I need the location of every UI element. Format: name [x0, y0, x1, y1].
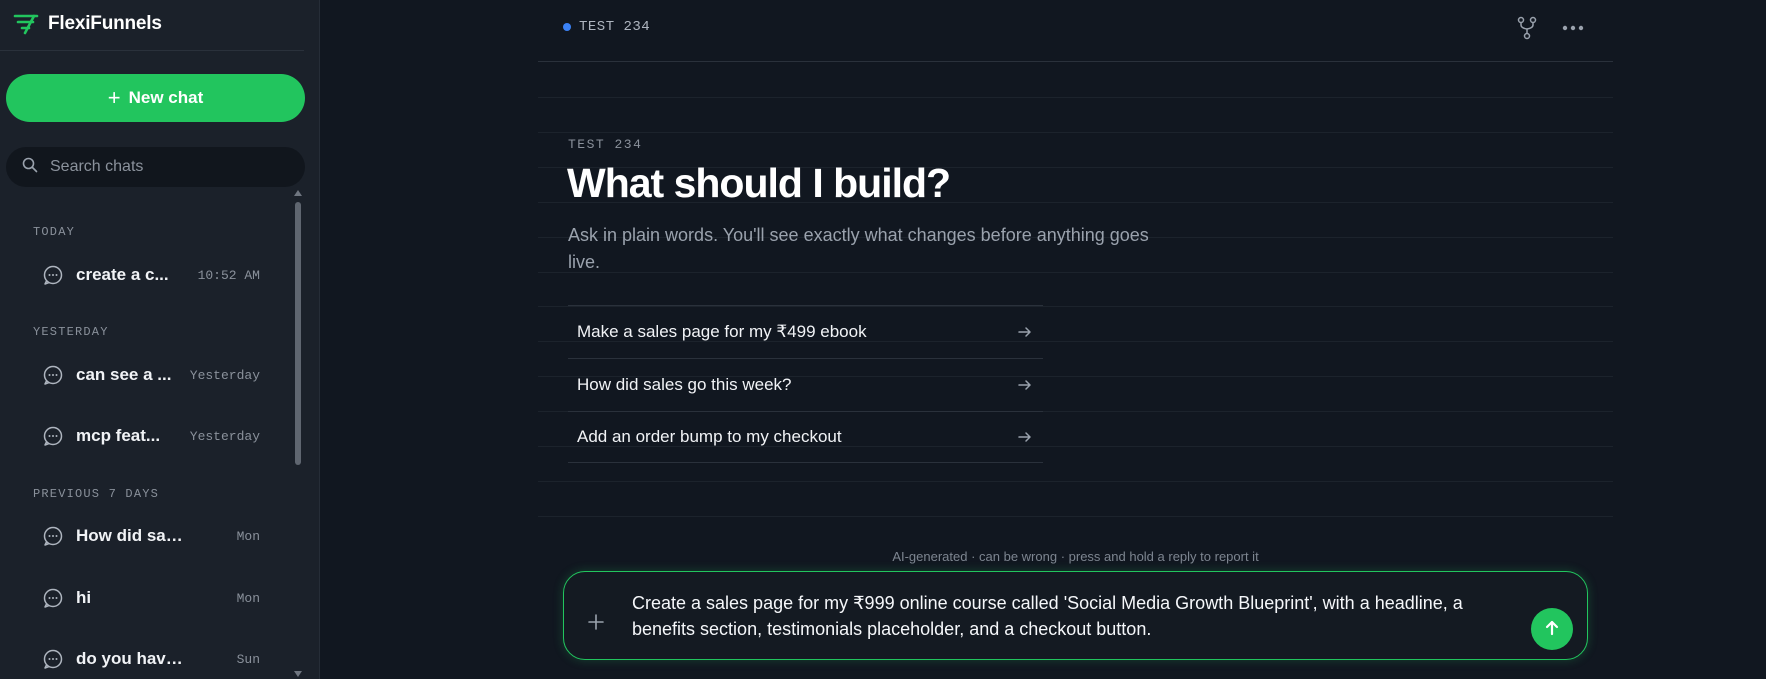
chat-item-time: 10:52 AM — [197, 267, 260, 283]
chat-item-title: can see a ... — [76, 365, 172, 384]
send-button[interactable] — [1531, 608, 1573, 650]
chat-item-title: do you have fle... — [76, 649, 186, 668]
chat-item[interactable]: create a c... 10:52 AM — [42, 260, 260, 290]
main-content: TEST 234 TEST 234 What should I build? A… — [538, 0, 1613, 679]
chat-item-time: Mon — [236, 528, 260, 544]
page-subtitle: Ask in plain words. You'll see exactly w… — [568, 225, 1149, 272]
chat-bubble-icon — [42, 364, 64, 386]
project-name: TEST 234 — [579, 19, 651, 35]
chat-item[interactable]: do you have fle... Sun — [42, 644, 260, 674]
search-box[interactable] — [6, 147, 305, 187]
chat-item[interactable]: mcp feat... Yesterday — [42, 421, 260, 451]
arrow-right-icon — [1017, 429, 1033, 445]
chat-bubble-icon — [42, 525, 64, 547]
scroll-down-icon[interactable] — [294, 671, 302, 677]
section-label-today: TODAY — [33, 225, 76, 239]
chat-bubble-icon — [42, 648, 64, 670]
sidebar: FlexiFunnels + New chat TODAY create a c… — [0, 0, 320, 679]
search-icon — [22, 157, 38, 178]
arrow-right-icon — [1017, 324, 1033, 340]
chat-item-time: Yesterday — [189, 428, 260, 444]
chat-bubble-icon — [42, 587, 64, 609]
branch-icon[interactable] — [1515, 16, 1539, 40]
new-chat-label: New chat — [128, 88, 204, 107]
header-divider — [538, 61, 1613, 62]
status-dot — [563, 23, 571, 31]
chat-item-title: hi — [76, 588, 92, 607]
scrollbar-thumb[interactable] — [295, 202, 301, 465]
message-input[interactable]: Create a sales page for my ₹999 online c… — [632, 590, 1512, 646]
chat-item[interactable]: hi Mon — [42, 583, 260, 613]
suggestion-label: How did sales go this week? — [577, 375, 792, 394]
new-chat-button[interactable]: + New chat — [6, 74, 305, 122]
arrow-right-icon — [1017, 377, 1033, 393]
suggestion-item[interactable]: How did sales go this week? — [568, 358, 1043, 411]
chat-bubble-icon — [42, 425, 64, 447]
section-label-yesterday: YESTERDAY — [33, 325, 109, 339]
arrow-up-icon — [1542, 618, 1562, 641]
suggestion-label: Make a sales page for my ₹499 ebook — [577, 322, 867, 341]
chat-item-time: Sun — [236, 651, 260, 667]
funnel-logo-icon — [12, 11, 40, 37]
brand[interactable]: FlexiFunnels — [12, 10, 162, 38]
chat-bubble-icon — [42, 264, 64, 286]
sidebar-scrollbar[interactable] — [293, 190, 303, 679]
message-composer: Create a sales page for my ₹999 online c… — [563, 571, 1588, 660]
chat-item-time: Mon — [236, 590, 260, 606]
brand-name: FlexiFunnels — [48, 13, 162, 34]
suggestion-label: Add an order bump to my checkout — [577, 427, 842, 446]
attach-plus-icon[interactable] — [584, 610, 608, 634]
chat-item[interactable]: can see a ... Yesterday — [42, 360, 260, 390]
grid-line — [538, 132, 1613, 133]
chat-item-title: mcp feat... — [76, 426, 161, 445]
header-actions — [1515, 16, 1585, 40]
chat-item-title: How did sales g... — [76, 526, 186, 545]
scroll-up-icon[interactable] — [294, 190, 302, 196]
suggestion-list: Make a sales page for my ₹499 ebook How … — [568, 305, 1043, 463]
brand-divider — [0, 50, 304, 51]
chat-item-time: Yesterday — [189, 367, 260, 383]
chat-item[interactable]: How did sales g... Mon — [42, 521, 260, 551]
section-label-previous-7-days: PREVIOUS 7 DAYS — [33, 487, 160, 501]
chat-item-title: create a c... — [76, 265, 169, 284]
project-eyebrow: TEST 234 — [568, 137, 643, 152]
search-input[interactable] — [50, 158, 280, 176]
grid-line — [538, 516, 1613, 517]
suggestion-item[interactable]: Add an order bump to my checkout — [568, 411, 1043, 463]
grid-line — [538, 97, 1613, 98]
project-chip[interactable]: TEST 234 — [563, 19, 650, 35]
ai-disclaimer: AI-generated · can be wrong · press and … — [892, 549, 1259, 564]
grid-line — [538, 481, 1613, 482]
suggestion-item[interactable]: Make a sales page for my ₹499 ebook — [568, 305, 1043, 358]
more-horizontal-icon[interactable] — [1561, 16, 1585, 40]
page-title: What should I build? — [567, 160, 951, 206]
plus-icon: + — [107, 85, 121, 110]
